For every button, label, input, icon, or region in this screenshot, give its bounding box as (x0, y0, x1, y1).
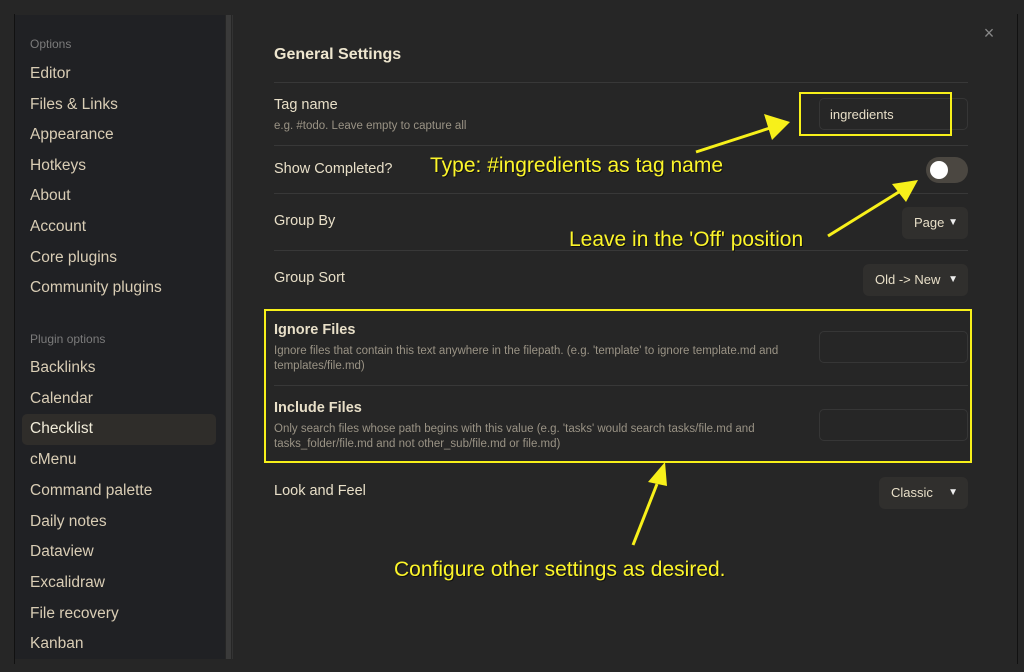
annotation-arrows (631, 114, 918, 546)
arrow-head (764, 114, 790, 140)
arrow-to-file-settings (631, 483, 659, 546)
arrow-to-toggle (827, 188, 903, 238)
arrow-head (892, 180, 918, 202)
arrow-to-tag-input (695, 126, 771, 154)
arrow-head (648, 462, 667, 486)
